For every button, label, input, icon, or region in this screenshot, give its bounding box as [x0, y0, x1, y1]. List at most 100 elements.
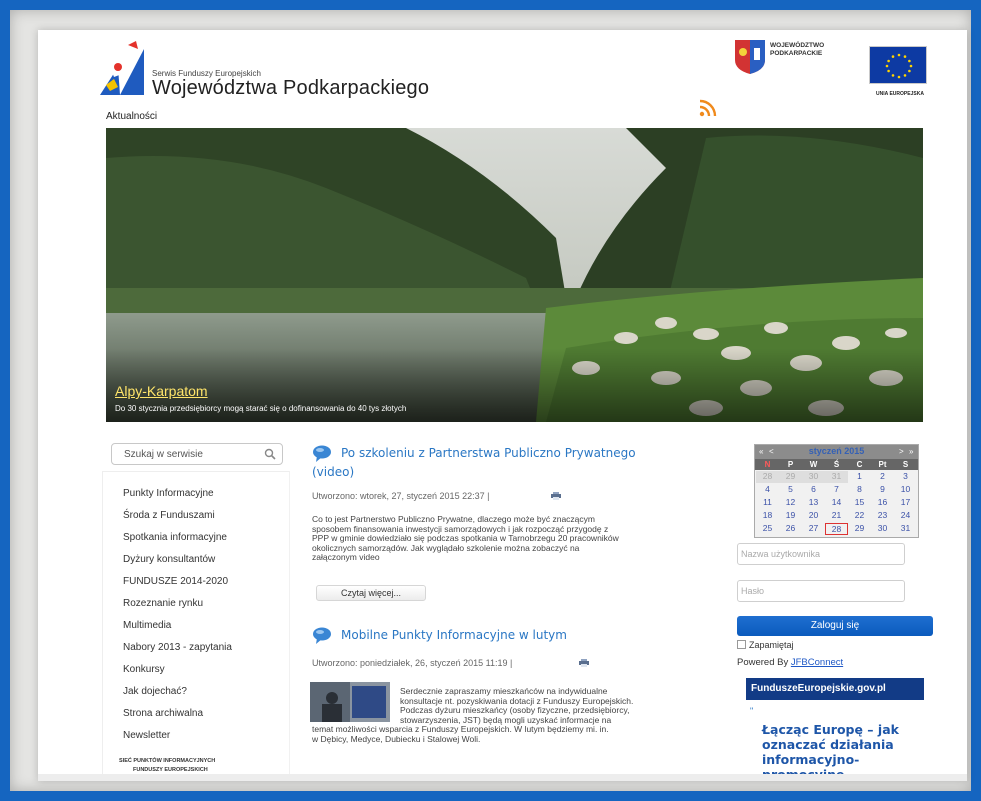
article-1-meta: Utworzono: wtorek, 27, styczeń 2015 22:3…	[312, 491, 490, 501]
search-placeholder: Szukaj w serwisie	[124, 449, 203, 460]
calendar-header: « < styczeń 2015 > »	[755, 445, 918, 459]
calendar-day[interactable]: 23	[871, 510, 894, 522]
calendar-day[interactable]: 30	[871, 523, 894, 535]
calendar-day[interactable]: 29	[779, 471, 802, 483]
calendar-widget: « < styczeń 2015 > » N P W Ś C Pt S 28 29 30 31 1 2…	[754, 444, 919, 538]
search-icon[interactable]	[264, 448, 276, 460]
calendar-day[interactable]: 19	[779, 510, 802, 522]
menu-item-multimedia[interactable]: Multimedia	[123, 620, 171, 631]
calendar-day[interactable]: 26	[779, 523, 802, 535]
web-page: Serwis Funduszy Europejskich Województwa…	[38, 30, 967, 781]
calendar-day-header: N	[764, 460, 771, 469]
banner-image	[106, 128, 923, 422]
menu-item-newsletter[interactable]: Newsletter	[123, 730, 170, 741]
banner-caption: Do 30 stycznia przedsiębiorcy mogą stara…	[115, 404, 407, 413]
calendar-day[interactable]: 18	[756, 510, 779, 522]
calendar-day[interactable]: 10	[894, 484, 917, 496]
banner-title[interactable]: Alpy-Karpatom	[115, 383, 208, 399]
calendar-day[interactable]: 30	[802, 471, 825, 483]
article-2-title[interactable]: Mobilne Punkty Informacyjne w lutym	[341, 628, 567, 642]
eu-label: UNIA EUROPEJSKA	[876, 91, 924, 97]
calendar-day[interactable]: 22	[848, 510, 871, 522]
calendar-day[interactable]: 27	[802, 523, 825, 535]
password-placeholder: Hasło	[741, 586, 765, 596]
news-link[interactable]: Aktualności	[106, 111, 157, 122]
password-field[interactable]: Hasło	[737, 580, 905, 602]
quote-mark: "	[750, 706, 754, 716]
calendar-day[interactable]: 11	[756, 497, 779, 509]
calendar-day[interactable]: 13	[802, 497, 825, 509]
calendar-day[interactable]: 2	[871, 471, 894, 483]
calendar-month-label: styczeń 2015	[808, 446, 865, 456]
menu-item-punkty-informacyjne[interactable]: Punkty Informacyjne	[123, 488, 214, 499]
calendar-day[interactable]: 15	[848, 497, 871, 509]
calendar-day[interactable]: 1	[848, 471, 871, 483]
calendar-day-header: C	[856, 460, 863, 469]
rss-icon[interactable]	[699, 99, 717, 117]
remember-me[interactable]: Zapamiętaj	[737, 640, 794, 650]
article-2-thumbnail[interactable]	[310, 682, 390, 722]
calendar-day[interactable]: 20	[802, 510, 825, 522]
calendar-day[interactable]: 12	[779, 497, 802, 509]
search-input[interactable]: Szukaj w serwisie	[111, 443, 283, 465]
banner-slideshow[interactable]: Alpy-Karpatom Do 30 stycznia przedsiębio…	[106, 128, 923, 422]
site-title[interactable]: Województwa Podkarpackiego	[152, 77, 429, 100]
calendar-next-month-button[interactable]: >	[899, 447, 904, 456]
promo-link[interactable]: Łącząc Europę – jak oznaczać działania i…	[762, 722, 932, 781]
calendar-day[interactable]: 16	[871, 497, 894, 509]
menu-item-spotkania-informacyjne[interactable]: Spotkania informacyjne	[123, 532, 227, 543]
login-button[interactable]: Zaloguj się	[737, 616, 933, 636]
menu-item-jak-dojechac[interactable]: Jak dojechać?	[123, 686, 187, 697]
calendar-day-header: Ś	[833, 460, 840, 469]
username-placeholder: Nazwa użytkownika	[741, 549, 821, 559]
menu-item-nabory-2013[interactable]: Nabory 2013 - zapytania	[123, 642, 232, 653]
read-more-button[interactable]: Czytaj więcej...	[316, 585, 426, 601]
calendar-day[interactable]: 14	[825, 497, 848, 509]
print-icon[interactable]	[551, 492, 561, 500]
calendar-day[interactable]: 31	[894, 523, 917, 535]
calendar-next-year-button[interactable]: »	[909, 447, 913, 456]
menu-item-konkursy[interactable]: Konkursy	[123, 664, 165, 675]
eu-funds-logo	[100, 41, 144, 95]
menu-item-rozeznanie-rynku[interactable]: Rozeznanie rynku	[123, 598, 203, 609]
jfbconnect-link[interactable]: JFBConnect	[791, 657, 843, 668]
calendar-day[interactable]: 25	[756, 523, 779, 535]
calendar-day[interactable]: 5	[779, 484, 802, 496]
calendar-day[interactable]: 9	[871, 484, 894, 496]
calendar-day[interactable]: 21	[825, 510, 848, 522]
region-coat-of-arms-icon	[735, 40, 765, 74]
menu-item-sroda-z-funduszami[interactable]: Środa z Funduszami	[123, 510, 215, 521]
region-label: WOJEWÓDZTWO PODKARPACKIE	[770, 42, 825, 57]
calendar-day[interactable]: 31	[825, 471, 848, 483]
article-2-meta: Utworzono: poniedziałek, 26, styczeń 201…	[312, 658, 513, 668]
powered-by: Powered By JFBConnect	[737, 657, 844, 668]
calendar-day-header: S	[902, 460, 909, 469]
remember-label: Zapamiętaj	[749, 640, 794, 650]
speech-bubble-icon	[313, 627, 331, 644]
calendar-day[interactable]: 29	[848, 523, 871, 535]
username-field[interactable]: Nazwa użytkownika	[737, 543, 905, 565]
menu-item-dyzury-konsultantow[interactable]: Dyżury konsultantów	[123, 554, 215, 565]
calendar-day[interactable]: 17	[894, 497, 917, 509]
calendar-day[interactable]: 28	[825, 523, 848, 535]
calendar-day[interactable]: 8	[848, 484, 871, 496]
info-points-network-label[interactable]: SIEĆ PUNKTÓW INFORMACYJNYCH FUNDUSZY EUR…	[119, 757, 215, 775]
calendar-day-header: W	[809, 460, 818, 469]
menu-item-strona-archiwalna[interactable]: Strona archiwalna	[123, 708, 203, 719]
fundusze-europejskie-logo[interactable]: FunduszeEuropejskie.gov.pl	[746, 678, 924, 700]
calendar-day[interactable]: 3	[894, 471, 917, 483]
article-1-title[interactable]: Po szkoleniu z Partnerstwa Publiczno Pry…	[341, 446, 636, 460]
calendar-day[interactable]: 24	[894, 510, 917, 522]
calendar-day[interactable]: 7	[825, 484, 848, 496]
article-1-title-cont[interactable]: (video)	[312, 465, 354, 479]
calendar-day[interactable]: 6	[802, 484, 825, 496]
calendar-day[interactable]: 28	[756, 471, 779, 483]
calendar-day[interactable]: 4	[756, 484, 779, 496]
sidebar-menu: Punkty Informacyjne Środa z Funduszami S…	[102, 471, 290, 781]
remember-checkbox[interactable]	[737, 640, 746, 649]
article-1-body: Co to jest Partnerstwo Publiczno Prywatn…	[312, 514, 619, 562]
speech-bubble-icon	[313, 445, 331, 462]
print-icon[interactable]	[579, 659, 589, 667]
calendar-day-header: Pt	[878, 460, 887, 469]
menu-item-fundusze-2014-2020[interactable]: FUNDUSZE 2014-2020	[123, 576, 228, 587]
